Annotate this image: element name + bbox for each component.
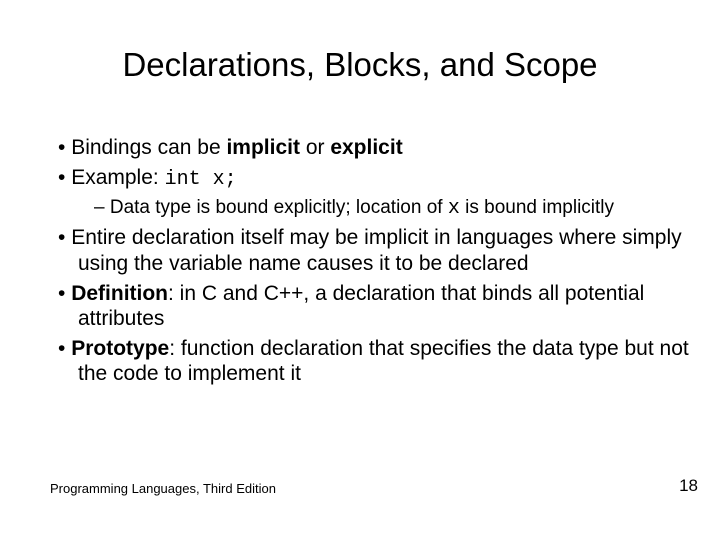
bullet-implicit-declaration: Entire declaration itself may be implici…	[50, 225, 692, 276]
text: Entire declaration itself may be implici…	[71, 226, 681, 275]
bullet-bindings: Bindings can be implicit or explicit	[50, 135, 692, 161]
term-definition: Definition	[71, 282, 168, 305]
term-explicit: explicit	[330, 136, 402, 159]
text: Bindings can be	[71, 136, 226, 159]
text: or	[300, 136, 330, 159]
subbullet-datatype: Data type is bound explicitly; location …	[50, 196, 692, 221]
slide-title: Declarations, Blocks, and Scope	[0, 46, 720, 84]
code-int-x: int x;	[165, 168, 237, 191]
page-number: 18	[679, 476, 698, 496]
bullet-prototype: Prototype: function declaration that spe…	[50, 336, 692, 387]
code-x: x	[448, 197, 460, 220]
term-prototype: Prototype	[71, 337, 169, 360]
text: Example:	[71, 166, 164, 189]
text: is bound implicitly	[460, 197, 614, 218]
bullet-example: Example: int x;	[50, 165, 692, 192]
term-implicit: implicit	[226, 136, 300, 159]
footer-source: Programming Languages, Third Edition	[50, 481, 276, 496]
slide: Declarations, Blocks, and Scope Bindings…	[0, 0, 720, 540]
slide-body: Bindings can be implicit or explicit Exa…	[50, 135, 692, 391]
text: : function declaration that specifies th…	[78, 337, 689, 386]
text: Data type is bound explicitly; location …	[110, 197, 448, 218]
bullet-definition: Definition: in C and C++, a declaration …	[50, 281, 692, 332]
